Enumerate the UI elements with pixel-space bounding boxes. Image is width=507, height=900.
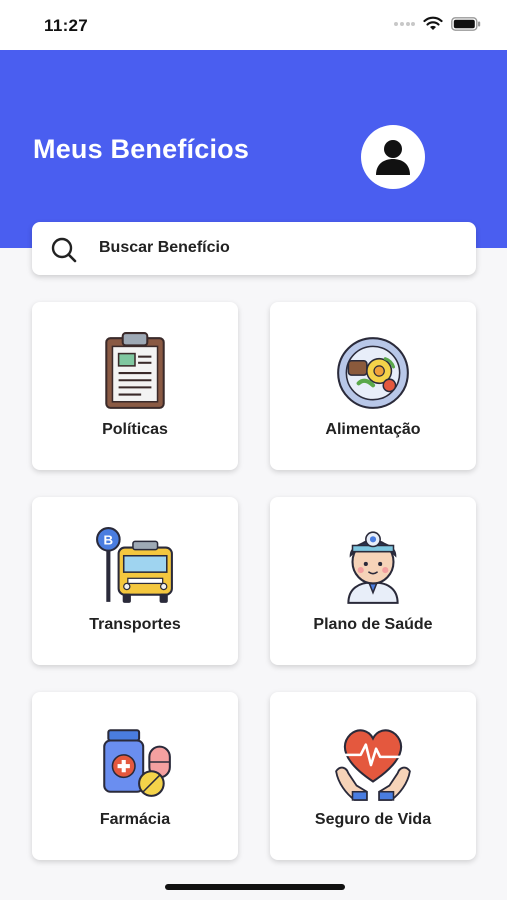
benefit-card-transportes[interactable]: B Transportes [32,497,238,665]
card-label: Alimentação [325,421,421,438]
heart-hands-icon [335,729,411,801]
status-time: 11:27 [44,16,89,35]
search-input[interactable]: Buscar Benefício [32,222,476,275]
signal-dots-icon [394,21,415,26]
page-title: Meus Benefícios [33,134,250,164]
benefit-card-politicas[interactable]: Políticas [32,302,238,470]
benefit-card-farmacia[interactable]: Farmácia [32,692,238,860]
card-label: Políticas [102,421,168,438]
benefit-card-plano-de-saude[interactable]: Plano de Saúde [270,497,476,665]
svg-text:B: B [104,532,114,547]
user-icon [376,140,410,175]
benefit-card-seguro-de-vida[interactable]: Seguro de Vida [270,692,476,860]
header: Meus Benefícios [0,50,507,248]
benefit-card-alimentacao[interactable]: Alimentação [270,302,476,470]
battery-icon [451,16,481,31]
card-label: Plano de Saúde [313,616,433,633]
search-icon [51,237,77,263]
clipboard-icon [105,332,165,409]
status-bar: 11:27 [0,0,507,50]
medicine-icon [103,729,171,797]
card-label: Farmácia [99,811,171,828]
status-icons [393,16,481,31]
card-label: Transportes [89,616,181,633]
avatar[interactable] [361,125,425,189]
search-placeholder: Buscar Benefício [99,239,230,256]
bus-stop-icon: B [96,527,173,603]
card-label: Seguro de Vida [314,811,432,828]
home-indicator[interactable] [165,884,345,890]
wifi-icon [423,16,443,30]
food-plate-icon [337,337,409,409]
doctor-icon [347,531,399,604]
